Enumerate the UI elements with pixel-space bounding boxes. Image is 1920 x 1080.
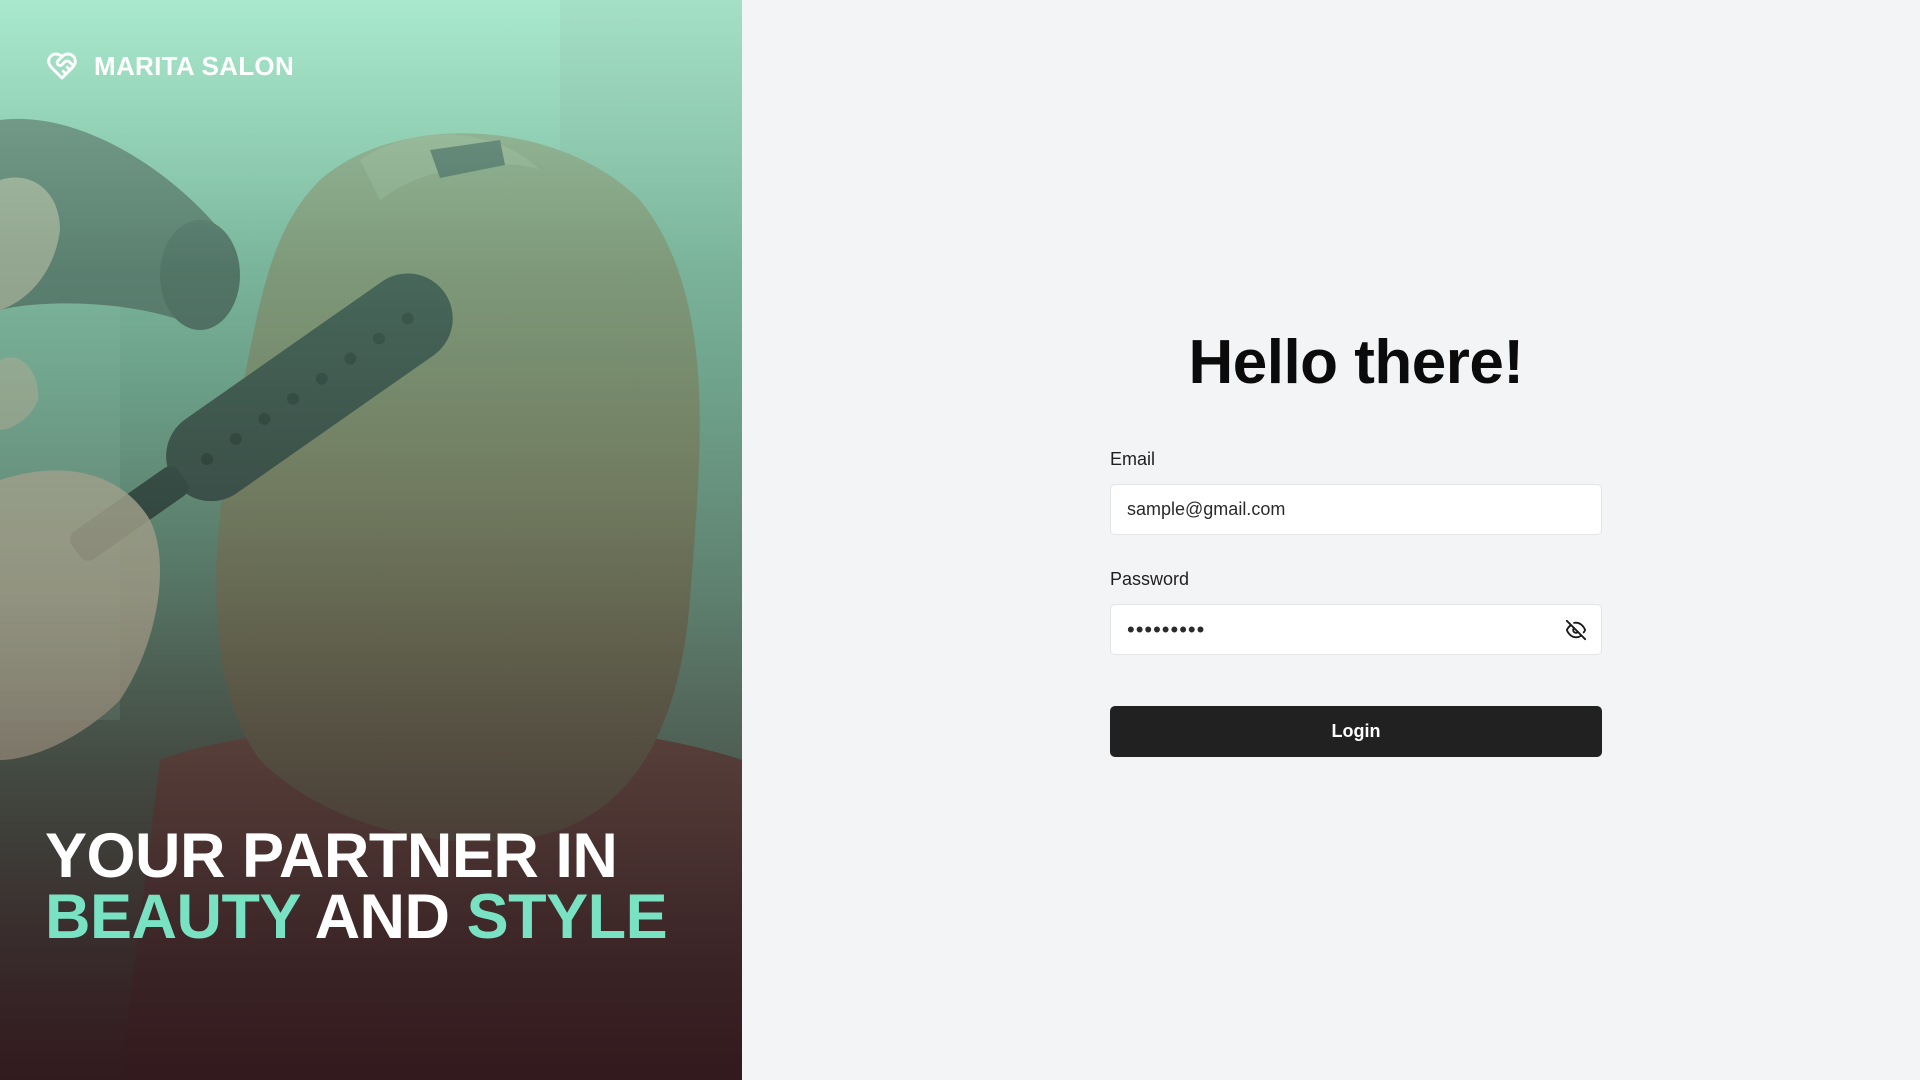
password-label: Password [1110,569,1190,589]
email-field-wrapper [1110,484,1602,535]
tagline-word-style: STYLE [466,882,668,952]
heart-handshake-icon [47,52,77,80]
email-label: Email [1110,449,1156,469]
password-field[interactable] [1111,605,1601,654]
eye-off-icon[interactable] [1565,619,1587,641]
email-field[interactable] [1111,485,1601,534]
hero-tagline: YOUR PARTNER IN BEAUTY AND STYLE [45,825,668,949]
login-page: MARITA SALON YOUR PARTNER IN BEAUTY AND … [0,0,1920,1080]
login-form: Hello there! Email Password Login [1110,325,1602,757]
login-panel: Hello there! Email Password Login [742,0,1920,1080]
login-button[interactable]: Login [1110,706,1602,757]
hero-panel: MARITA SALON YOUR PARTNER IN BEAUTY AND … [0,0,742,1080]
brand-name: MARITA SALON [94,50,295,81]
password-field-wrapper [1110,604,1602,655]
tagline-word-and: AND [314,882,451,952]
brand: MARITA SALON [46,50,294,82]
login-title: Hello there! [1188,328,1524,397]
tagline-word-beauty: BEAUTY [45,882,300,952]
tagline-line1: YOUR PARTNER IN [45,821,618,891]
